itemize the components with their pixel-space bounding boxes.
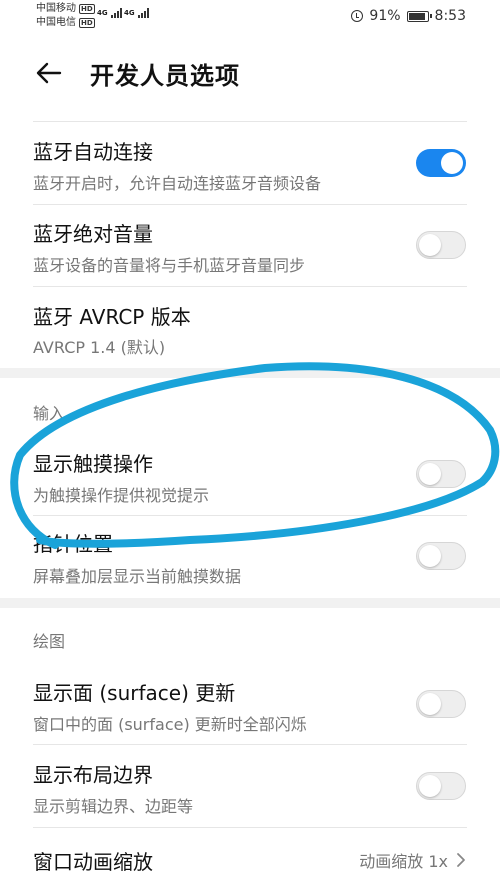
app-header: 开发人员选项: [0, 34, 500, 114]
setting-subtitle: 蓝牙设备的音量将与手机蓝牙音量同步: [33, 256, 306, 275]
status-bar: 中国移动 HD 中国电信 HD 4G 4G 91% 8:53: [0, 0, 500, 34]
setting-show-layout-bounds[interactable]: 显示布局边界 显示剪辑边界、边距等: [0, 745, 500, 827]
setting-title: 显示触摸操作: [33, 452, 153, 476]
setting-subtitle: 窗口中的面 (surface) 更新时全部闪烁: [33, 715, 307, 734]
battery-percent: 91%: [369, 8, 401, 24]
setting-subtitle: 蓝牙开启时，允许自动连接蓝牙音频设备: [33, 174, 322, 193]
setting-title: 显示布局边界: [33, 763, 153, 787]
setting-title: 蓝牙自动连接: [33, 140, 153, 164]
show-layout-bounds-toggle[interactable]: [416, 772, 466, 800]
show-surface-updates-toggle[interactable]: [416, 690, 466, 718]
setting-title: 显示面 (surface) 更新: [33, 681, 236, 705]
setting-title: 指针位置: [33, 532, 113, 556]
setting-avrcp-version[interactable]: 蓝牙 AVRCP 版本 AVRCP 1.4 (默认): [0, 287, 500, 367]
section-separator: [0, 598, 500, 608]
network-1-label: 4G: [97, 9, 108, 17]
page-title: 开发人员选项: [90, 62, 240, 90]
signal-1: 4G: [97, 8, 122, 18]
setting-show-surface-updates[interactable]: 显示面 (surface) 更新 窗口中的面 (surface) 更新时全部闪烁: [0, 662, 500, 744]
alarm-icon: [351, 10, 364, 22]
setting-title: 窗口动画缩放: [33, 850, 153, 874]
setting-pointer-location[interactable]: 指针位置 屏幕叠加层显示当前触摸数据: [0, 516, 500, 598]
bluetooth-absolute-volume-toggle[interactable]: [416, 231, 466, 259]
hd-badge-2: HD: [79, 18, 95, 28]
show-taps-toggle[interactable]: [416, 460, 466, 488]
setting-show-taps[interactable]: 显示触摸操作 为触摸操作提供视觉提示: [0, 434, 500, 516]
network-2-label: 4G: [124, 9, 135, 17]
signal-icon: [110, 8, 122, 18]
back-arrow-icon[interactable]: [34, 58, 64, 88]
setting-subtitle: 屏幕叠加层显示当前触摸数据: [33, 567, 242, 586]
section-label-drawing: 绘图: [33, 632, 66, 651]
setting-value: 动画缩放 1x: [359, 848, 466, 872]
setting-bluetooth-auto-connect[interactable]: 蓝牙自动连接 蓝牙开启时，允许自动连接蓝牙音频设备: [0, 122, 500, 204]
signal-icon: [137, 8, 149, 18]
setting-window-animation-scale[interactable]: 窗口动画缩放 动画缩放 1x: [0, 828, 500, 874]
clock: 8:53: [434, 8, 466, 24]
pointer-location-toggle[interactable]: [416, 542, 466, 570]
carrier-1-label: 中国移动: [36, 3, 76, 14]
status-right: 91% 8:53: [351, 8, 466, 24]
hd-badge: HD: [79, 4, 95, 14]
setting-subtitle: 为触摸操作提供视觉提示: [33, 486, 210, 505]
animation-scale-value: 动画缩放 1x: [359, 852, 448, 871]
signal-2: 4G: [124, 8, 149, 18]
setting-title: 蓝牙绝对音量: [33, 222, 153, 246]
setting-subtitle: AVRCP 1.4 (默认): [33, 338, 166, 357]
carrier-2-label: 中国电信: [36, 17, 76, 28]
setting-subtitle: 显示剪辑边界、边距等: [33, 797, 194, 816]
section-separator: [0, 368, 500, 378]
setting-bluetooth-absolute-volume[interactable]: 蓝牙绝对音量 蓝牙设备的音量将与手机蓝牙音量同步: [0, 205, 500, 287]
carrier-info: 中国移动 HD 中国电信 HD: [36, 2, 95, 30]
setting-title: 蓝牙 AVRCP 版本: [33, 305, 191, 329]
bluetooth-auto-connect-toggle[interactable]: [416, 149, 466, 177]
battery-icon: [406, 10, 432, 22]
section-label-input: 输入: [33, 404, 66, 423]
